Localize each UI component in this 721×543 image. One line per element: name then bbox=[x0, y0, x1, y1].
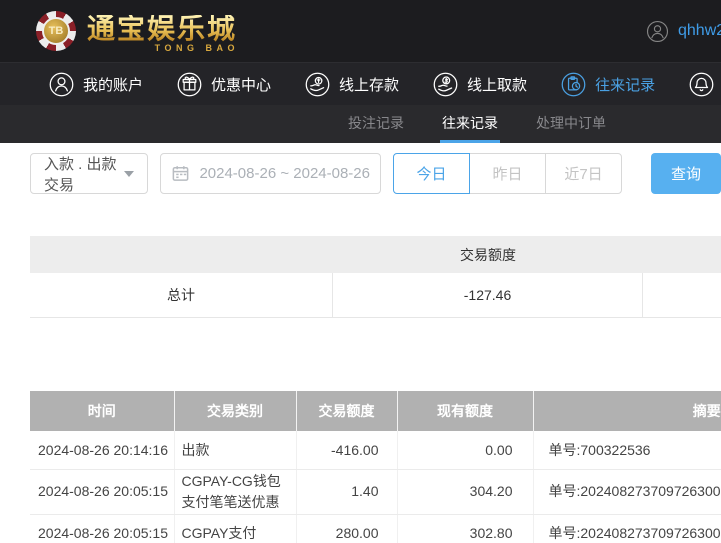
nav-label: 优惠中心 bbox=[211, 74, 271, 95]
cell-balance: 302.80 bbox=[397, 514, 533, 543]
top-bar: TB 通宝娱乐城 TONG BAO qhhw2 bbox=[0, 0, 721, 62]
today-button[interactable]: 今日 bbox=[393, 153, 470, 194]
summary-total-label: 总计 bbox=[30, 273, 333, 317]
withdraw-coin-icon bbox=[432, 71, 459, 98]
bell-icon bbox=[688, 71, 715, 98]
casino-chip-icon: TB bbox=[36, 11, 76, 51]
cell-memo: 单号:700322536 bbox=[533, 431, 721, 469]
nav-item-online-withdraw[interactable]: 线上取款 bbox=[432, 71, 527, 98]
logo-text: 通宝娱乐城 TONG BAO bbox=[87, 15, 237, 43]
calendar-icon bbox=[171, 164, 190, 183]
transaction-type-value: 入款 . 出款交易 bbox=[44, 153, 124, 195]
table-row: 2024-08-26 20:05:15 CGPAY-CG钱包支付笔笔送优惠 1.… bbox=[30, 469, 721, 514]
deposit-coin-icon bbox=[304, 71, 331, 98]
sub-nav: 投注记录 往来记录 处理中订单 bbox=[0, 105, 721, 143]
cell-memo: 单号:202408273709726300 bbox=[533, 469, 721, 514]
site-subtitle: TONG BAO bbox=[155, 44, 239, 53]
chip-monogram: TB bbox=[42, 17, 70, 45]
table-row: 2024-08-26 20:05:15 CGPAY支付 280.00 302.8… bbox=[30, 514, 721, 543]
summary-table: 交易额度 总计 -127.46 bbox=[30, 236, 721, 318]
cell-amount: 1.40 bbox=[296, 469, 397, 514]
cell-time: 2024-08-26 20:05:15 bbox=[30, 514, 174, 543]
tab-bet-records[interactable]: 投注记录 bbox=[346, 105, 406, 143]
records-clipboard-icon bbox=[560, 71, 587, 98]
cell-time: 2024-08-26 20:05:15 bbox=[30, 469, 174, 514]
user-icon bbox=[48, 71, 75, 98]
cell-type: CGPAY支付 bbox=[174, 514, 296, 543]
tab-transaction-records[interactable]: 往来记录 bbox=[440, 105, 500, 143]
nav-label: 线上取款 bbox=[467, 74, 527, 95]
user-account[interactable]: qhhw2 bbox=[646, 0, 721, 62]
nav-item-messages[interactable]: 信 bbox=[688, 71, 721, 98]
account-avatar-icon bbox=[646, 20, 669, 43]
transaction-type-select[interactable]: 入款 . 出款交易 bbox=[30, 153, 148, 194]
quick-date-button-group: 今日 昨日 近7日 bbox=[393, 153, 622, 194]
site-title: 通宝娱乐城 bbox=[87, 15, 237, 43]
cell-time: 2024-08-26 20:14:16 bbox=[30, 431, 174, 469]
column-header-memo: 摘要 bbox=[533, 391, 721, 431]
cell-type: 出款 bbox=[174, 431, 296, 469]
last-7-days-button[interactable]: 近7日 bbox=[545, 153, 622, 194]
column-header-amount: 交易额度 bbox=[296, 391, 397, 431]
cell-amount: 280.00 bbox=[296, 514, 397, 543]
summary-header-amount: 交易额度 bbox=[333, 245, 643, 265]
date-range-value: 2024-08-26 ~ 2024-08-26 bbox=[199, 165, 370, 182]
cell-balance: 304.20 bbox=[397, 469, 533, 514]
summary-total-row: 总计 -127.46 bbox=[30, 273, 721, 318]
nav-label: 我的账户 bbox=[83, 74, 143, 95]
summary-header-row: 交易额度 bbox=[30, 236, 721, 273]
nav-item-promotions[interactable]: 优惠中心 bbox=[176, 71, 271, 98]
search-button[interactable]: 查询 bbox=[651, 153, 721, 194]
gift-icon bbox=[176, 71, 203, 98]
column-header-balance: 现有额度 bbox=[397, 391, 533, 431]
date-range-input[interactable]: 2024-08-26 ~ 2024-08-26 bbox=[160, 153, 381, 194]
table-row: 2024-08-26 20:14:16 出款 -416.00 0.00 单号:7… bbox=[30, 431, 721, 469]
nav-item-online-deposit[interactable]: 线上存款 bbox=[304, 71, 399, 98]
nav-item-transaction-records[interactable]: 往来记录 bbox=[560, 71, 655, 98]
nav-item-my-account[interactable]: 我的账户 bbox=[48, 71, 143, 98]
column-header-type: 交易类别 bbox=[174, 391, 296, 431]
table-header-row: 时间 交易类别 交易额度 现有额度 摘要 bbox=[30, 391, 721, 431]
column-header-time: 时间 bbox=[30, 391, 174, 431]
main-nav: 我的账户 优惠中心 线上存款 线上取款 bbox=[0, 62, 721, 105]
site-logo[interactable]: TB 通宝娱乐城 TONG BAO bbox=[36, 11, 237, 51]
summary-total-value: -127.46 bbox=[333, 273, 643, 317]
filter-bar: 入款 . 出款交易 2024-08-26 ~ 2024-08-26 今日 昨日 … bbox=[30, 153, 721, 194]
yesterday-button[interactable]: 昨日 bbox=[469, 153, 546, 194]
tab-pending-orders[interactable]: 处理中订单 bbox=[534, 105, 608, 143]
nav-label: 线上存款 bbox=[339, 74, 399, 95]
cell-type: CGPAY-CG钱包支付笔笔送优惠 bbox=[174, 469, 296, 514]
transactions-table: 时间 交易类别 交易额度 现有额度 摘要 2024-08-26 20:14:16… bbox=[30, 391, 721, 543]
username[interactable]: qhhw2 bbox=[678, 22, 721, 40]
cell-balance: 0.00 bbox=[397, 431, 533, 469]
cell-memo: 单号:202408273709726300 bbox=[533, 514, 721, 543]
cell-amount: -416.00 bbox=[296, 431, 397, 469]
chevron-down-icon bbox=[124, 171, 134, 177]
nav-label: 往来记录 bbox=[595, 74, 655, 95]
